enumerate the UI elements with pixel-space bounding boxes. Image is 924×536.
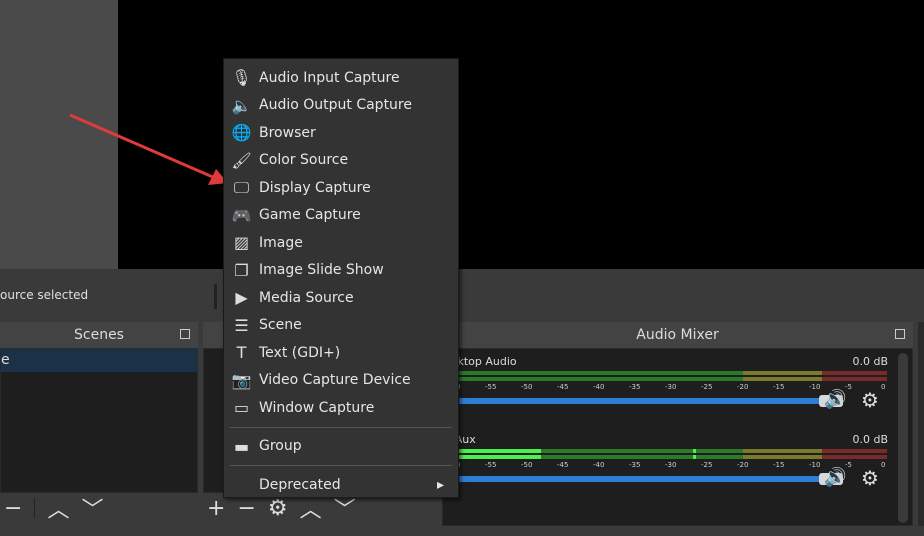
- camera-icon: 📷: [231, 370, 252, 390]
- source-settings-icon[interactable]: ⚙: [268, 496, 288, 521]
- meter-yellow-segment: [743, 377, 823, 381]
- meter-level: [455, 449, 542, 453]
- speaker-mute-icon[interactable]: 🔊: [824, 389, 846, 410]
- meter-tick-label: -50: [521, 461, 533, 469]
- menu-item-browser[interactable]: 🌐 Browser: [224, 119, 458, 147]
- meter-tick-label: -50: [521, 383, 533, 391]
- meter-tick-label: -45: [557, 383, 569, 391]
- meter-tick-label: -55: [485, 461, 497, 469]
- meter-tick-label: -40: [593, 383, 605, 391]
- meter-tick-label: -55: [485, 383, 497, 391]
- meter-red-segment: [822, 455, 887, 459]
- meter-yellow-segment: [743, 449, 823, 453]
- status-text: ource selected: [0, 288, 89, 302]
- submenu-arrow-icon: ▸: [436, 476, 444, 493]
- gear-icon[interactable]: ⚙: [861, 466, 879, 490]
- move-down-icon[interactable]: ﹀: [81, 492, 103, 524]
- monitor-icon: 🖵: [233, 177, 250, 197]
- scene-item[interactable]: e: [1, 349, 197, 372]
- menu-item-video-capture-device[interactable]: 📷 Video Capture Device: [224, 367, 458, 395]
- scrollbar[interactable]: [898, 353, 908, 523]
- window-icon: ▭: [233, 398, 250, 418]
- meter-tick-label: -35: [629, 461, 641, 469]
- add-source-icon[interactable]: +: [207, 496, 225, 521]
- meter-tick-label: 0: [881, 383, 886, 391]
- gamepad-icon: 🎮: [231, 205, 252, 225]
- volume-slider[interactable]: [443, 398, 827, 404]
- menu-item-media-source[interactable]: ▶ Media Source: [224, 284, 458, 312]
- paintbrush-icon: 🖌: [231, 150, 252, 170]
- menu-item-window-capture[interactable]: ▭ Window Capture: [224, 394, 458, 422]
- audio-mixer-dock: Audio Mixer esktop Audio0.0 dB-60-55-50-…: [442, 322, 913, 526]
- add-source-menu: 🎙 Audio Input Capture 🔈 Audio Output Captur…: [223, 58, 459, 498]
- menu-item-image[interactable]: ▨ Image: [224, 229, 458, 257]
- menu-item-game-capture[interactable]: 🎮 Game Capture: [224, 202, 458, 230]
- list-icon: ☰: [234, 315, 249, 335]
- image-icon: ▨: [233, 233, 250, 253]
- move-up-icon[interactable]: ︿: [47, 492, 69, 524]
- audio-mixer-title: Audio Mixer: [636, 327, 719, 343]
- menu-item-scene[interactable]: ☰ Scene: [224, 312, 458, 340]
- meter-tick-label: -30: [665, 461, 677, 469]
- channel-db: 0.0 dB: [852, 355, 888, 368]
- menu-item-audio-input-capture[interactable]: 🎙 Audio Input Capture: [224, 64, 458, 92]
- meter-tick-label: -35: [629, 383, 641, 391]
- meter-yellow-segment: [743, 455, 823, 459]
- scenes-list: e: [0, 348, 198, 493]
- volume-slider[interactable]: [443, 476, 827, 482]
- meter-peak: [692, 455, 696, 459]
- play-icon: ▶: [235, 288, 248, 308]
- meter-red-segment: [822, 377, 887, 381]
- meter-green-segment: [455, 377, 743, 381]
- meter-tick-label: -25: [701, 461, 713, 469]
- slideshow-icon: ❐: [234, 260, 249, 280]
- globe-icon: 🌐: [231, 123, 252, 143]
- microphone-icon: 🎙: [231, 68, 252, 88]
- meter-tick-label: -10: [809, 383, 821, 391]
- meter-tick-label: -20: [737, 461, 749, 469]
- meter-tick-label: -15: [773, 383, 785, 391]
- red-arrow-annotation: [69, 113, 228, 185]
- menu-item-color-source[interactable]: 🖌 Color Source: [224, 147, 458, 175]
- menu-item-display-capture[interactable]: 🖵 Display Capture: [224, 174, 458, 202]
- float-icon[interactable]: [895, 329, 905, 339]
- scenes-dock: Scenes e − ︿ ﹀: [0, 322, 198, 526]
- meter-tick-label: -45: [557, 461, 569, 469]
- meter-red-segment: [822, 371, 887, 375]
- menu-item-group[interactable]: ▬ Group: [224, 433, 458, 461]
- meter-tick-label: -20: [737, 383, 749, 391]
- speaker-mute-icon[interactable]: 🔊: [824, 467, 846, 488]
- meter-tick-label: 0: [881, 461, 886, 469]
- gear-icon[interactable]: ⚙: [861, 388, 879, 412]
- folder-icon: ▬: [233, 436, 250, 456]
- splitter[interactable]: [214, 284, 217, 309]
- channel-db: 0.0 dB: [852, 433, 888, 446]
- meter-tick-label: -30: [665, 383, 677, 391]
- meter-yellow-segment: [743, 371, 823, 375]
- scenes-title: Scenes: [74, 327, 124, 343]
- menu-item-audio-output-capture[interactable]: 🔈 Audio Output Capture: [224, 92, 458, 120]
- menu-item-image-slide-show[interactable]: ❐ Image Slide Show: [224, 257, 458, 285]
- menu-item-deprecated[interactable]: Deprecated ▸: [224, 471, 458, 499]
- text-icon: T: [236, 343, 247, 363]
- meter-tick-label: -15: [773, 461, 785, 469]
- menu-item-text-gdi[interactable]: T Text (GDI+): [224, 339, 458, 367]
- remove-source-icon[interactable]: −: [237, 496, 255, 521]
- meter-tick-label: -10: [809, 461, 821, 469]
- remove-scene-icon[interactable]: −: [4, 496, 22, 521]
- meter-level: [455, 455, 542, 459]
- meter-tick-label: -40: [593, 461, 605, 469]
- scenes-toolbar: − ︿ ﹀: [0, 493, 198, 523]
- speaker-icon: 🔈: [231, 95, 252, 115]
- meter-peak: [692, 449, 696, 453]
- meter-green-segment: [455, 371, 743, 375]
- float-icon[interactable]: [180, 329, 190, 339]
- meter-red-segment: [822, 449, 887, 453]
- meter-tick-label: -25: [701, 383, 713, 391]
- status-bar: [0, 280, 924, 318]
